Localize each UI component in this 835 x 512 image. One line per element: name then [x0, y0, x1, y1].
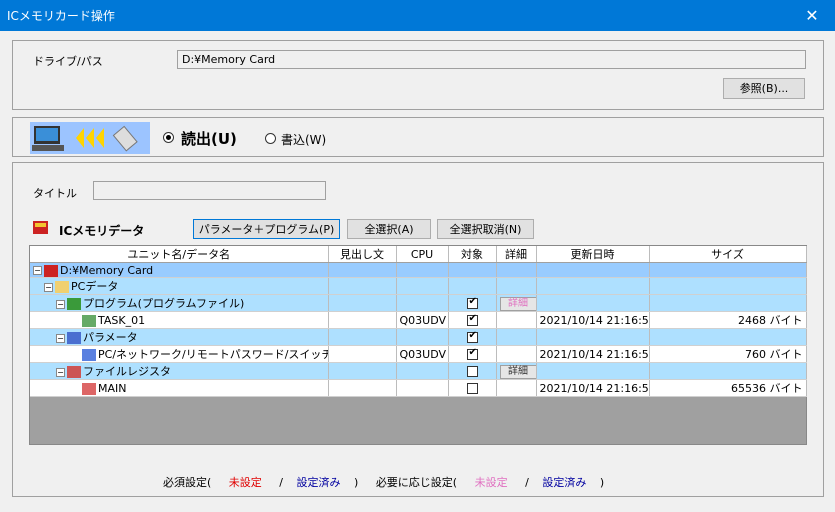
title-field[interactable] — [93, 181, 326, 200]
row-name: D:¥Memory Card — [60, 263, 154, 277]
drive-icon — [44, 264, 58, 277]
window-title: ICメモリカード操作 — [7, 9, 115, 23]
write-label[interactable]: 書込(W) — [281, 131, 326, 148]
target-checkbox[interactable] — [466, 347, 478, 360]
data-group: タイトル ICメモリデータ パラメータ＋プログラム(P) 全選択(A) 全選択取… — [12, 162, 824, 497]
row-name: PC/ネットワーク/リモートパスワード/スイッチ設定 — [98, 348, 327, 361]
target-checkbox[interactable] — [466, 330, 478, 343]
detail-button[interactable]: 詳細 — [499, 364, 535, 379]
write-radio[interactable] — [265, 133, 276, 144]
legend-close: ) — [354, 476, 359, 489]
col-target[interactable]: 対象 — [448, 246, 497, 263]
data-grid: ユニット名/データ名 見出し文 CPU 対象 詳細 更新日時 サイズ − D:¥M… — [30, 246, 807, 397]
row-cpu: Q03UDV — [396, 311, 449, 329]
legend-required-unset: 未設定 — [228, 476, 262, 489]
file-register-file-icon — [82, 382, 96, 395]
row-name: PCデータ — [71, 280, 119, 293]
drive-path-field[interactable]: D:¥Memory Card — [177, 50, 806, 69]
program-icon — [67, 298, 81, 310]
collapse-icon[interactable]: − — [56, 333, 65, 343]
row-name: TASK_01 — [98, 313, 146, 327]
table-row[interactable]: TASK_01 Q03UDV 2021/10/14 21:16:50 2468 … — [30, 311, 807, 329]
parameter-icon — [67, 332, 81, 344]
legend: 必須設定( 未設定 / 設定済み ) 必要に応じ設定( 未設定 / 設定済み ) — [163, 474, 604, 490]
section-label: ICメモリデータ — [59, 224, 145, 238]
legend-slash: / — [279, 476, 284, 489]
program-file-icon — [82, 314, 96, 327]
row-name: パラメータ — [83, 331, 138, 344]
data-grid-container: ユニット名/データ名 見出し文 CPU 対象 詳細 更新日時 サイズ − D:¥M… — [29, 245, 807, 445]
close-button[interactable]: ✕ — [789, 0, 835, 31]
legend-required-prefix: 必須設定( — [163, 476, 212, 489]
legend-required-set: 設定済み — [296, 476, 341, 489]
table-row[interactable]: − PCデータ — [30, 277, 807, 295]
col-name[interactable]: ユニット名/データ名 — [30, 246, 329, 263]
drive-label: ドライブ/パス — [33, 55, 103, 68]
col-cpu[interactable]: CPU — [396, 246, 449, 263]
read-radio-dot — [166, 135, 171, 140]
col-detail[interactable]: 詳細 — [496, 246, 537, 263]
read-label[interactable]: 読出(U) — [181, 128, 237, 149]
table-row[interactable]: MAIN 2021/10/14 21:16:50 65536 バイト — [30, 379, 807, 397]
row-name: ファイルレジスタ — [83, 365, 171, 378]
target-checkbox[interactable] — [466, 366, 478, 377]
row-updated: 2021/10/14 21:16:50 — [536, 379, 650, 397]
row-name: MAIN — [98, 381, 127, 395]
parameter-file-icon — [82, 349, 96, 361]
deselect-all-button[interactable]: 全選択取消(N) — [437, 219, 534, 239]
folder-icon — [55, 281, 69, 293]
memory-card-icon — [33, 221, 48, 234]
table-row[interactable]: PC/ネットワーク/リモートパスワード/スイッチ設定 Q03UDV 2021/1… — [30, 345, 807, 363]
row-name: プログラム(プログラムファイル) — [83, 297, 245, 310]
collapse-icon[interactable]: − — [56, 299, 65, 309]
collapse-icon[interactable]: − — [33, 266, 42, 275]
drive-group: ドライブ/パス D:¥Memory Card 参照(B)... — [12, 40, 824, 110]
table-row[interactable]: − プログラム(プログラムファイル) 詳細 — [30, 294, 807, 312]
param-program-button[interactable]: パラメータ＋プログラム(P) — [193, 219, 340, 239]
table-row[interactable]: − ファイルレジスタ 詳細 — [30, 362, 807, 380]
detail-button[interactable]: 詳細 — [499, 296, 535, 311]
collapse-icon[interactable]: − — [44, 282, 53, 292]
browse-button[interactable]: 参照(B)... — [723, 78, 805, 99]
col-heading[interactable]: 見出し文 — [328, 246, 397, 263]
row-size: 65536 バイト — [649, 379, 807, 397]
row-updated: 2021/10/14 21:16:50 — [536, 311, 650, 329]
legend-optional-set: 設定済み — [542, 476, 587, 489]
select-all-button[interactable]: 全選択(A) — [347, 219, 431, 239]
target-checkbox[interactable] — [466, 296, 478, 309]
row-size: 2468 バイト — [649, 311, 807, 329]
legend-optional-prefix: 必要に応じ設定( — [375, 476, 458, 489]
row-updated: 2021/10/14 21:16:50 — [536, 345, 650, 363]
legend-close: ) — [599, 476, 605, 489]
read-radio[interactable] — [163, 132, 174, 143]
file-register-icon — [67, 366, 81, 378]
grid-header: ユニット名/データ名 見出し文 CPU 対象 詳細 更新日時 サイズ — [30, 246, 807, 263]
table-row[interactable]: − D:¥Memory Card — [30, 262, 807, 278]
target-checkbox[interactable] — [466, 383, 478, 394]
title-label: タイトル — [33, 187, 77, 200]
col-updated[interactable]: 更新日時 — [536, 246, 650, 263]
title-bar: ICメモリカード操作 ✕ — [0, 0, 835, 31]
collapse-icon[interactable]: − — [56, 367, 65, 377]
legend-optional-unset: 未設定 — [474, 476, 508, 489]
row-cpu: Q03UDV — [396, 345, 449, 363]
legend-slash: / — [525, 476, 529, 489]
mode-group: 読出(U) 書込(W) — [12, 117, 824, 157]
col-size[interactable]: サイズ — [649, 246, 807, 263]
card-read-icon — [30, 122, 150, 154]
row-size: 760 バイト — [649, 345, 807, 363]
table-row[interactable]: − パラメータ — [30, 328, 807, 346]
target-checkbox[interactable] — [466, 313, 478, 326]
